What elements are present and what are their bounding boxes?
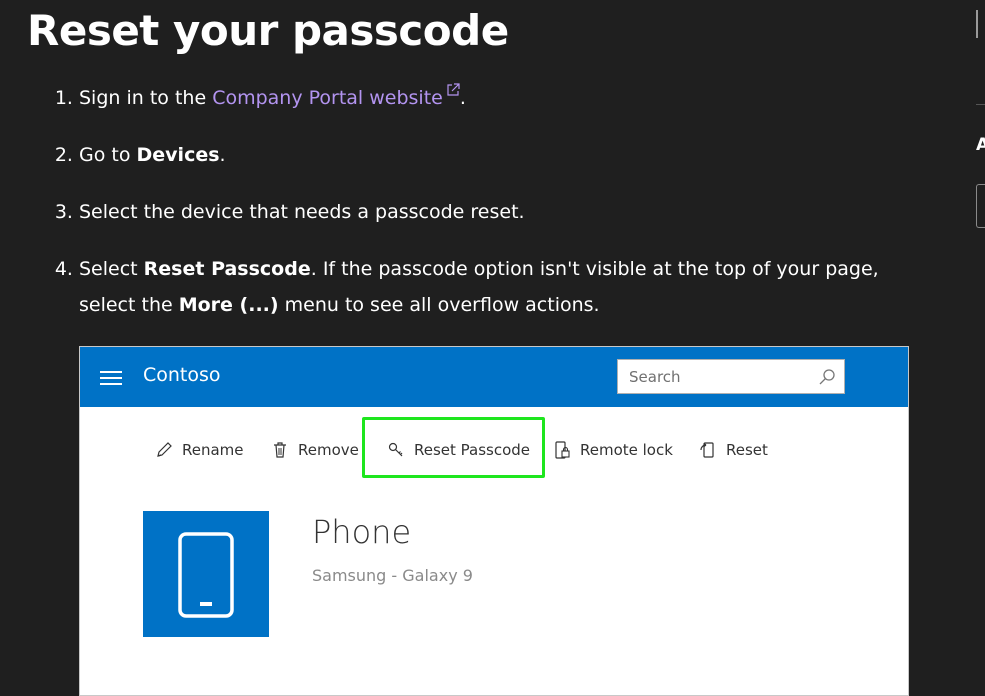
rename-action: Rename [155,439,244,461]
step-1-text: Sign in to the [79,87,213,109]
remote-lock-action: Remote lock [553,439,673,461]
sidebar-heading: A [976,135,985,155]
sidebar-indicator [976,10,978,38]
pencil-icon [157,442,172,457]
external-link-icon [447,83,460,96]
step-1: Sign in to the Company Portal website. [79,80,929,116]
hamburger-menu-icon [100,371,122,385]
device-name: Phone [312,513,412,551]
search-placeholder: Search [629,368,681,386]
remove-action: Remove [271,439,359,461]
instruction-steps: Sign in to the Company Portal website. G… [55,80,929,323]
search-box: Search [617,359,845,394]
device-tile [143,511,269,637]
devices-term: Devices [136,144,220,166]
brand-name: Contoso [143,364,221,386]
company-portal-link[interactable]: Company Portal website [212,83,460,109]
reset-action: Reset [699,439,768,461]
step-4: Select Reset Passcode. If the passcode o… [79,251,929,323]
step-3: Select the device that needs a passcode … [79,194,929,230]
reset-passcode-highlight [362,417,545,478]
search-icon [819,369,835,385]
more-menu-term: More (...) [178,294,279,316]
reset-passcode-term: Reset Passcode [143,258,311,280]
device-model: Samsung - Galaxy 9 [312,566,473,585]
trash-icon [274,442,286,458]
sidebar-button[interactable] [976,184,985,228]
sidebar-divider [976,104,985,105]
phone-icon [178,532,234,618]
app-header: Contoso Search [80,347,908,407]
step-2: Go to Devices. [79,137,929,173]
reset-device-icon [700,442,714,458]
remote-lock-icon [555,441,570,459]
page-title: Reset your passcode [27,6,509,55]
company-portal-screenshot: Contoso Search Rename Remove Reset Passc… [79,346,909,696]
